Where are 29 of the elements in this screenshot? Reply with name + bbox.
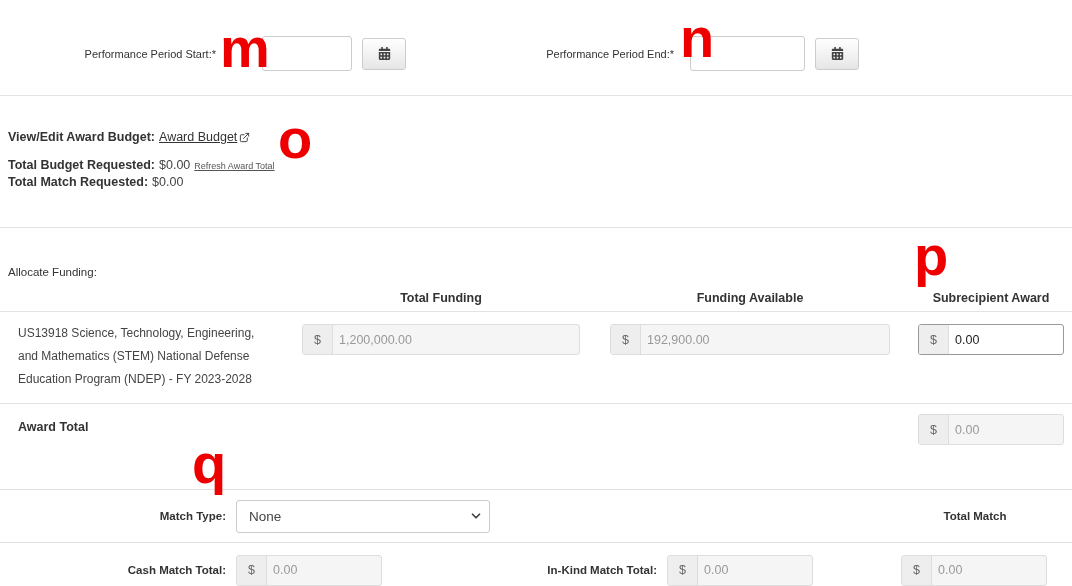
section-title: Allocate Funding: [8, 266, 97, 278]
award-budget-link[interactable]: Award Budget [159, 130, 251, 144]
field-label: Performance Period End:* [545, 47, 675, 60]
column-header: Subrecipient Award [931, 290, 1051, 305]
annotation-letter: n [680, 10, 715, 66]
calendar-icon [377, 47, 391, 60]
column-header: Total Funding [399, 290, 483, 305]
calendar-button[interactable] [362, 37, 406, 70]
refresh-link[interactable]: Refresh Award Total [194, 161, 275, 171]
total-label: Total Budget Requested: [8, 158, 155, 172]
match-label: Cash Match Total: [126, 564, 227, 576]
match-label: In-Kind Match Total: [546, 564, 658, 576]
total-value: $0.00 [159, 158, 191, 172]
program-name: US13918 Science, Technology, Engineering, and Mathematics (STEM) National Defense Education Program (NDEP) - FY 2023-2028 [18, 325, 256, 388]
annotation-letter: o [278, 111, 313, 167]
budget-label: View/Edit Award Budget: [8, 130, 155, 144]
total-label: Total Match Requested: [8, 175, 149, 189]
currency-field[interactable]: $ 0.00 [918, 324, 1064, 355]
match-type-select[interactable]: None [236, 499, 490, 533]
calendar-icon [830, 47, 844, 60]
award-total-label: Award Total [18, 420, 89, 434]
column-header: Funding Available [695, 290, 805, 305]
total-match-header: Total Match [942, 510, 1008, 522]
field-label: Performance Period Start:* [83, 47, 217, 60]
calendar-button[interactable] [815, 37, 859, 70]
match-type-label: Match Type: [158, 510, 227, 522]
annotation-letter: m [220, 20, 270, 76]
total-value: $0.00 [152, 175, 184, 189]
external-link-icon [239, 131, 251, 143]
